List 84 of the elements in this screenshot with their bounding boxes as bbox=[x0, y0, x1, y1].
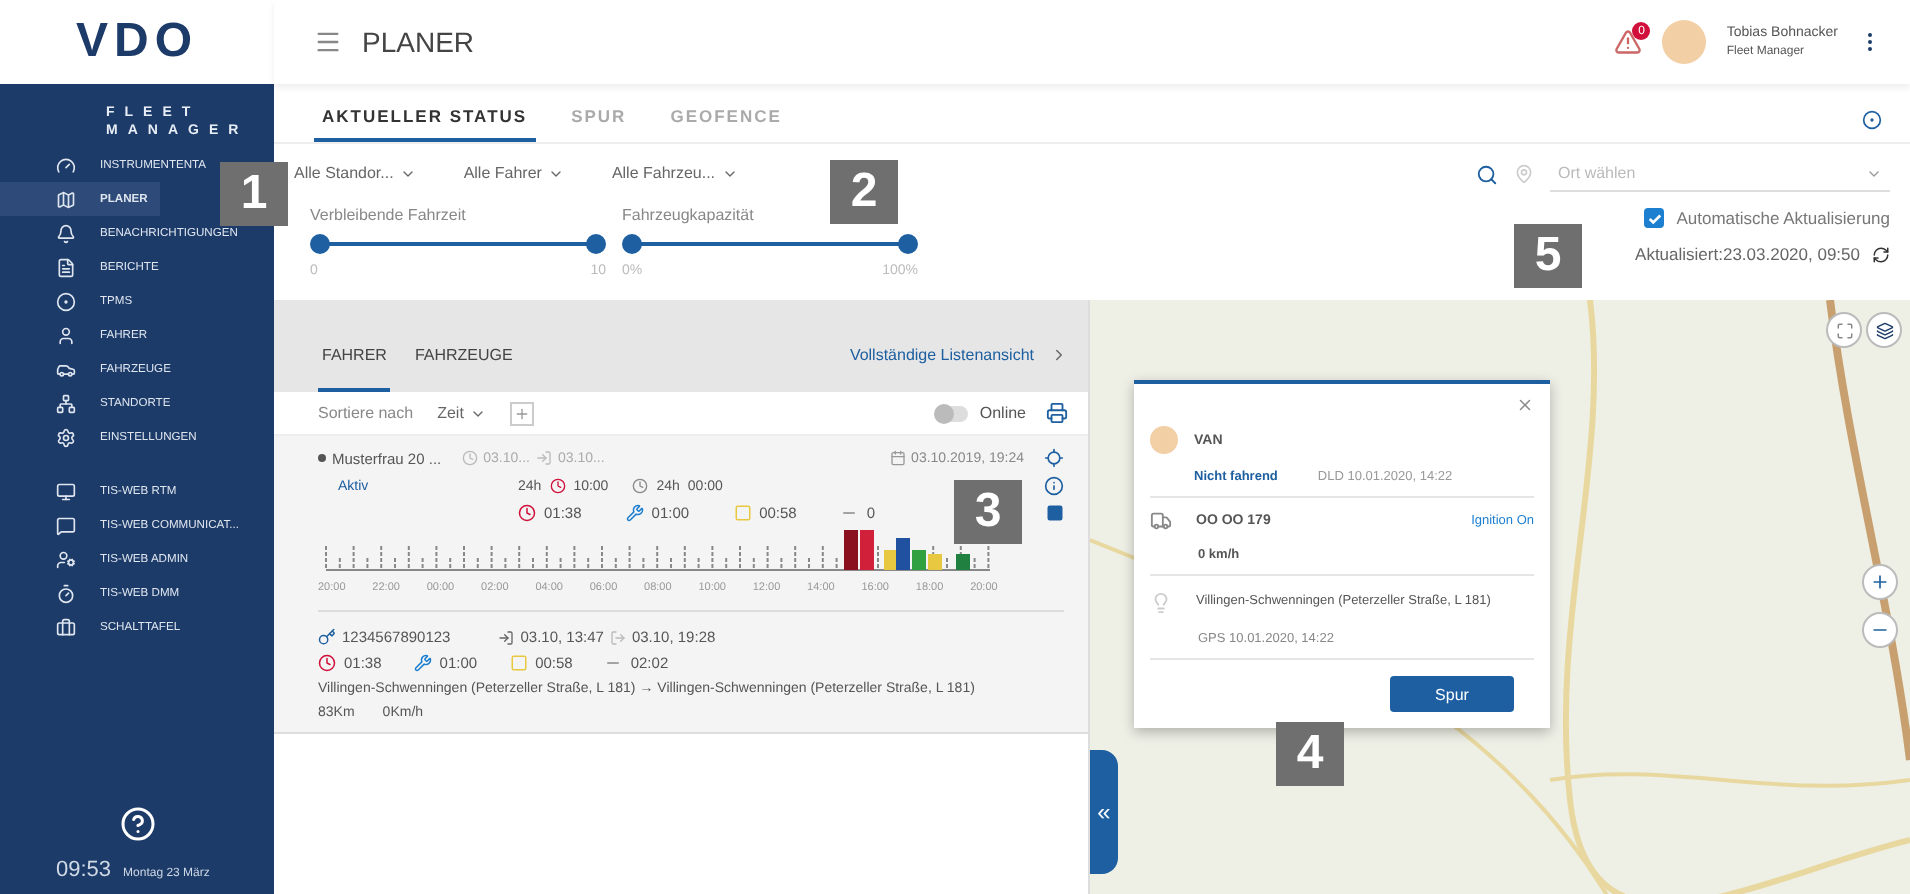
person-icon bbox=[56, 325, 76, 345]
slider-thumb[interactable] bbox=[586, 234, 606, 254]
end-icon bbox=[535, 450, 552, 466]
plus-icon bbox=[1870, 572, 1890, 592]
plus-icon bbox=[513, 405, 530, 421]
close-icon[interactable] bbox=[1516, 396, 1534, 414]
user-settings-icon bbox=[56, 549, 76, 569]
search-icon[interactable] bbox=[1476, 163, 1498, 185]
callout-number: 5 bbox=[1514, 224, 1582, 288]
callout-number: 2 bbox=[830, 160, 898, 224]
help-icon[interactable] bbox=[119, 806, 155, 842]
callout-number: 1 bbox=[220, 162, 288, 226]
chevron-icon bbox=[1050, 346, 1068, 364]
layers-icon bbox=[1875, 321, 1893, 339]
filter-dropdown[interactable]: Alle Fahrzeu... bbox=[607, 156, 742, 190]
square-icon[interactable] bbox=[1046, 504, 1064, 522]
layers-button[interactable] bbox=[1866, 312, 1902, 348]
lightbulb-icon bbox=[1150, 591, 1172, 613]
network-icon bbox=[56, 393, 76, 413]
document-icon bbox=[56, 257, 76, 277]
map-icon bbox=[56, 189, 76, 209]
sort-dropdown[interactable]: Zeit bbox=[433, 396, 490, 430]
settings-icon bbox=[56, 427, 76, 447]
slider-label: Fahrzeugkapazität bbox=[622, 206, 756, 224]
slider-thumb[interactable] bbox=[310, 234, 330, 254]
gauge-icon bbox=[56, 155, 76, 175]
clock-icon bbox=[318, 654, 336, 672]
bell-icon bbox=[56, 223, 76, 243]
sort-label: Sortiere nach bbox=[318, 404, 414, 422]
filter-dropdown[interactable]: Alle Fahrer bbox=[459, 156, 568, 190]
status-dot bbox=[318, 454, 326, 462]
start-icon bbox=[498, 629, 515, 645]
checkbox[interactable] bbox=[1644, 208, 1665, 228]
chat-icon bbox=[56, 515, 76, 535]
tab[interactable]: FAHRZEUGE bbox=[410, 326, 517, 392]
refresh-icon[interactable] bbox=[1872, 245, 1890, 263]
tab[interactable]: FAHRER bbox=[318, 326, 391, 392]
tab[interactable]: AKTUELLER STATUS bbox=[314, 94, 536, 142]
driver-card[interactable] bbox=[274, 436, 1088, 734]
clock-icon bbox=[632, 478, 649, 494]
fullscreen-icon bbox=[1835, 321, 1853, 339]
logo: VDO bbox=[75, 14, 198, 70]
page-title: PLANER bbox=[362, 26, 475, 58]
menu-icon[interactable] bbox=[314, 28, 342, 56]
filter-dropdown[interactable]: Alle Standor... bbox=[290, 156, 420, 190]
print-icon[interactable] bbox=[1046, 402, 1068, 424]
callout-number: 3 bbox=[954, 480, 1022, 544]
tire-icon bbox=[56, 291, 76, 311]
callout-number: 4 bbox=[1276, 722, 1344, 786]
calendar-icon bbox=[889, 450, 906, 466]
key-icon bbox=[318, 628, 336, 646]
avatar bbox=[1150, 426, 1178, 454]
pin-icon bbox=[1514, 164, 1534, 184]
timer-icon bbox=[56, 583, 76, 603]
status-icon[interactable] bbox=[1862, 110, 1882, 130]
tools-icon bbox=[625, 504, 644, 522]
car-icon bbox=[56, 359, 76, 379]
online-toggle[interactable] bbox=[935, 405, 968, 421]
square-icon bbox=[733, 504, 752, 522]
collapse-button[interactable]: « bbox=[1090, 750, 1118, 874]
slider-thumb[interactable] bbox=[898, 234, 918, 254]
clock-icon bbox=[461, 450, 478, 466]
toggle-label: Online bbox=[979, 404, 1026, 422]
track-button[interactable]: Spur bbox=[1390, 676, 1514, 712]
range-slider[interactable] bbox=[622, 234, 918, 254]
locate-icon[interactable] bbox=[1044, 448, 1064, 468]
square-icon bbox=[509, 654, 528, 672]
end-icon bbox=[609, 629, 626, 645]
slider-thumb[interactable] bbox=[622, 234, 642, 254]
checkbox-label: Automatische Aktualisierung bbox=[1676, 208, 1890, 228]
range-slider[interactable] bbox=[310, 234, 606, 254]
monitor-icon bbox=[56, 481, 76, 501]
clock-icon bbox=[518, 504, 536, 522]
clock-icon bbox=[549, 478, 566, 494]
warning-icon[interactable] bbox=[1614, 28, 1643, 56]
info-icon[interactable] bbox=[1044, 476, 1064, 496]
zoom-in-button[interactable] bbox=[1862, 564, 1898, 600]
truck-icon bbox=[1150, 510, 1172, 532]
full-list-link[interactable]: Vollständige Listenansicht bbox=[849, 346, 1068, 392]
briefcase-icon bbox=[56, 617, 76, 637]
slider-label: Verbleibende Fahrzeit bbox=[310, 206, 468, 224]
tools-icon bbox=[413, 654, 432, 672]
updated-text: Aktualisiert:23.03.2020, 09:50 bbox=[1635, 244, 1860, 264]
clock-time: 09:53 bbox=[56, 858, 112, 882]
